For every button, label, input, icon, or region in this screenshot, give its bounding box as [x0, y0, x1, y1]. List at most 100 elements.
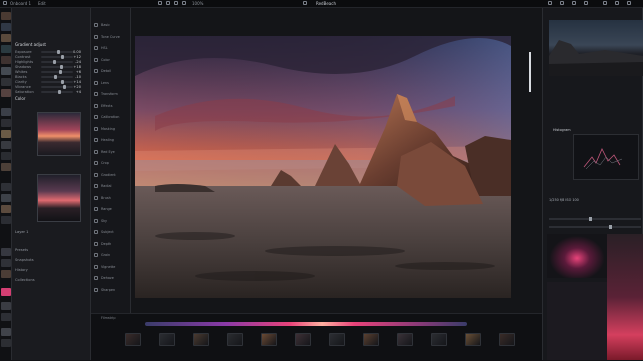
adjustment-slider[interactable] [41, 50, 73, 54]
grid-icon[interactable] [303, 1, 307, 5]
filmstrip-thumbnail[interactable] [397, 333, 413, 346]
slider-knob[interactable] [53, 60, 57, 64]
navigator-preview[interactable] [549, 20, 643, 76]
brush-icon[interactable] [174, 1, 178, 5]
tool-item[interactable]: Masking [94, 126, 128, 132]
slider-knob[interactable] [58, 90, 62, 94]
adjustment-row[interactable]: Vibrance +20 [15, 85, 87, 89]
adjustment-slider[interactable] [41, 75, 73, 79]
tool-item[interactable]: Red Eye [94, 149, 128, 155]
filmstrip-thumbnail[interactable] [227, 333, 243, 346]
filmstrip-thumbnail[interactable] [125, 333, 141, 346]
tool-item[interactable]: Crop [94, 160, 128, 166]
tool-item[interactable]: HSL [94, 45, 128, 51]
tool-item[interactable]: Sky [94, 218, 128, 224]
tool-item[interactable]: Dehaze [94, 275, 128, 281]
adjustment-row[interactable]: Blacks -10 [15, 75, 87, 79]
slider-knob[interactable] [61, 80, 65, 84]
adjustment-row[interactable]: Clarity +14 [15, 80, 87, 84]
adjustment-row[interactable]: Whites +6 [15, 70, 87, 74]
tool-item[interactable]: Color [94, 57, 128, 63]
thumbnail[interactable] [1, 205, 11, 213]
thumbnail-active[interactable] [1, 288, 11, 296]
thumbnail[interactable] [1, 339, 11, 347]
thumbnail[interactable] [1, 259, 11, 267]
thumbnail[interactable] [1, 248, 11, 256]
filmstrip-thumbnail[interactable] [193, 333, 209, 346]
filmstrip-thumbnail[interactable] [329, 333, 345, 346]
color-wheel-preview[interactable] [547, 234, 607, 278]
filmstrip-thumbnail[interactable] [363, 333, 379, 346]
close-icon[interactable] [627, 1, 631, 5]
undo-icon[interactable] [158, 1, 162, 5]
adjustment-row[interactable]: Exposure 0.00 [15, 50, 87, 54]
mini-slider-group[interactable] [549, 214, 641, 232]
adjustment-slider[interactable] [41, 65, 73, 69]
pen-icon[interactable] [182, 1, 186, 5]
adjustment-slider[interactable] [41, 55, 73, 59]
thumbnail[interactable] [1, 23, 11, 31]
tool-item[interactable]: Calibration [94, 114, 128, 120]
adjustment-row[interactable]: Highlights -24 [15, 60, 87, 64]
thumbnail[interactable] [1, 45, 11, 53]
tool-item[interactable]: Healing [94, 137, 128, 143]
scrollbar-thumb[interactable] [529, 52, 531, 92]
adjustment-slider[interactable] [41, 70, 73, 74]
slider-knob[interactable] [58, 70, 62, 74]
thumbnail[interactable] [1, 119, 11, 127]
adjustment-slider[interactable] [41, 80, 73, 84]
tool-item[interactable]: Lens [94, 80, 128, 86]
tool-item[interactable]: Depth [94, 241, 128, 247]
tool-item[interactable]: Transform [94, 91, 128, 97]
thumbnail[interactable] [1, 313, 11, 321]
filmstrip-thumbnail[interactable] [499, 333, 515, 346]
tool-item[interactable]: Vignette [94, 264, 128, 270]
filmstrip-thumbnail[interactable] [465, 333, 481, 346]
tool-item[interactable]: Gradient [94, 172, 128, 178]
layers-icon[interactable] [584, 1, 588, 5]
thumbnail[interactable] [1, 78, 11, 86]
slider-knob[interactable] [57, 50, 60, 54]
panel-footer-item[interactable]: Snapshots [15, 258, 34, 262]
thumbnail[interactable] [1, 130, 11, 138]
thumbnail[interactable] [1, 34, 11, 42]
thumbnail[interactable] [1, 108, 11, 116]
menu-file[interactable]: Onboard 1 [10, 1, 31, 6]
tool-item[interactable]: Range [94, 206, 128, 212]
filmstrip-thumbnail[interactable] [159, 333, 175, 346]
gradient-swatch[interactable] [607, 234, 643, 360]
slider-knob[interactable] [60, 65, 64, 69]
thumbnail[interactable] [1, 183, 11, 191]
share-icon[interactable] [560, 1, 564, 5]
panel-footer-item[interactable]: Collections [15, 278, 35, 282]
preview-thumbnail[interactable] [37, 174, 81, 222]
preview-thumbnail[interactable] [37, 112, 81, 156]
filmstrip-thumbnail[interactable] [261, 333, 277, 346]
minimize-icon[interactable] [603, 1, 607, 5]
tool-item[interactable]: Grain [94, 252, 128, 258]
photo-viewport[interactable] [135, 36, 511, 298]
panel-footer-item[interactable]: History [15, 268, 28, 272]
thumbnail[interactable] [1, 270, 11, 278]
tool-item[interactable]: Detail [94, 68, 128, 74]
thumbnail[interactable] [1, 141, 11, 149]
thumbnail[interactable] [1, 328, 11, 336]
settings-icon[interactable] [572, 1, 576, 5]
panel-footer-item[interactable]: Presets [15, 248, 28, 252]
adjustment-row[interactable]: Saturation +4 [15, 90, 87, 94]
menu-edit[interactable]: Edit [38, 1, 46, 6]
thumbnail[interactable] [1, 67, 11, 75]
slider-knob[interactable] [60, 55, 64, 59]
redo-icon[interactable] [166, 1, 170, 5]
thumbnail[interactable] [1, 152, 11, 160]
thumbnail[interactable] [1, 302, 11, 310]
tool-item[interactable]: Subject [94, 229, 128, 235]
tool-item[interactable]: Brush [94, 195, 128, 201]
filmstrip-thumbnail[interactable] [295, 333, 311, 346]
adjustment-slider[interactable] [41, 60, 73, 64]
thumbnail[interactable] [1, 89, 11, 97]
search-icon[interactable] [548, 1, 552, 5]
tool-item[interactable]: Effects [94, 103, 128, 109]
thumbnail[interactable] [1, 194, 11, 202]
tool-item[interactable]: Basic [94, 22, 128, 28]
